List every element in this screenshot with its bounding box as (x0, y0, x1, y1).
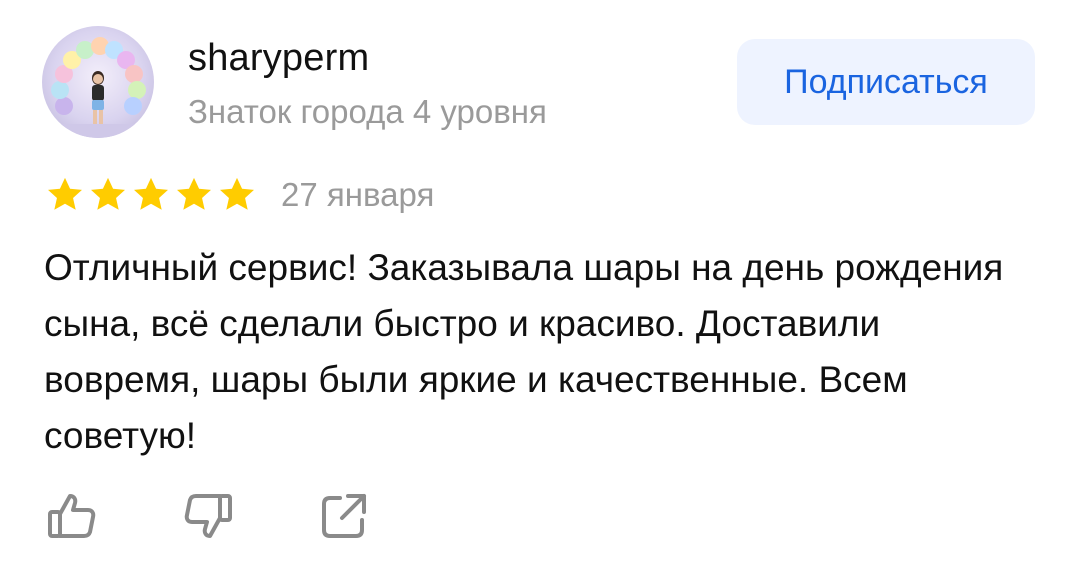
author-level: Знаток города 4 уровня (188, 93, 547, 130)
review-card: sharyperm Знаток города 4 уровня Подписа… (0, 0, 1080, 566)
avatar-image (42, 37, 154, 138)
review-date: 27 января (281, 176, 435, 213)
star-icon (134, 177, 168, 210)
star-icon (177, 177, 211, 210)
star-icon (220, 177, 254, 210)
review-text: Отличный сервис! Заказывала шары на день… (44, 247, 1004, 456)
rating-row: 27 января (44, 172, 434, 218)
thumbs-up-icon[interactable] (44, 488, 100, 544)
author-name[interactable]: sharyperm (188, 36, 369, 80)
avatar[interactable] (42, 26, 154, 138)
review-actions (44, 488, 452, 544)
subscribe-button[interactable]: Подписаться (737, 39, 1035, 125)
thumbs-down-icon[interactable] (180, 488, 236, 544)
star-icon (48, 177, 82, 210)
share-icon[interactable] (316, 488, 372, 544)
star-icon (91, 177, 125, 210)
